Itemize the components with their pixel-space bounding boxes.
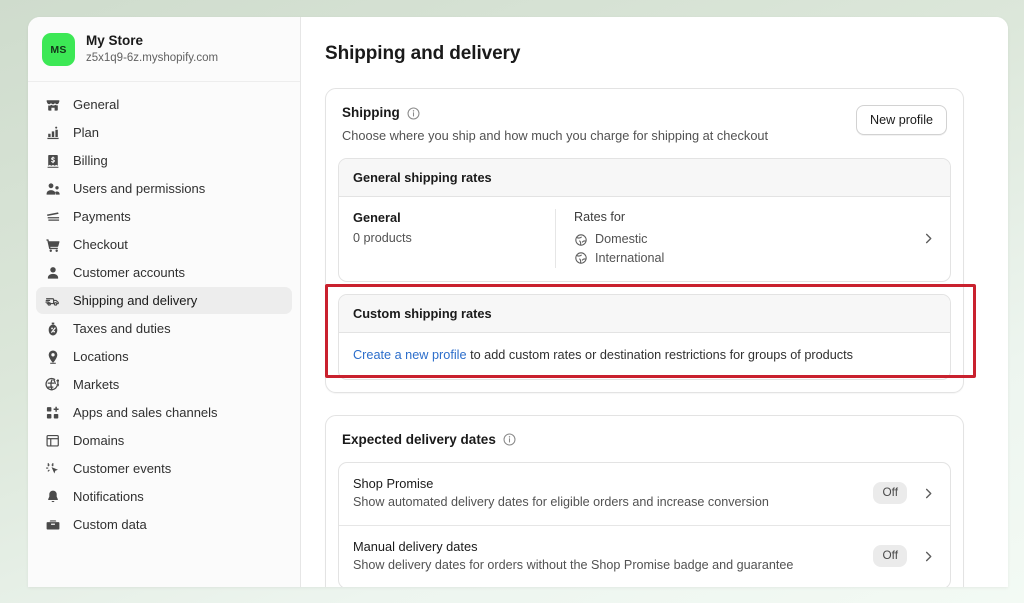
sidebar-item-customer-events[interactable]: Customer events bbox=[36, 455, 292, 482]
rate-domestic: Domestic bbox=[574, 230, 911, 249]
sidebar-item-label: Checkout bbox=[73, 237, 128, 252]
taxes-icon bbox=[44, 320, 61, 337]
sidebar-item-notifications[interactable]: Notifications bbox=[36, 483, 292, 510]
general-profile-name: General bbox=[353, 210, 401, 226]
rate-label: Domestic bbox=[595, 232, 648, 247]
settings-sidebar: MS My Store z5x1q9-6z.myshopify.com Gene… bbox=[28, 17, 301, 587]
expected-delivery-title: Expected delivery dates bbox=[342, 431, 496, 447]
expected-delivery-header: Expected delivery dates bbox=[326, 416, 963, 462]
custom-data-icon bbox=[44, 516, 61, 533]
sidebar-item-label: Billing bbox=[73, 153, 108, 168]
sidebar-item-users-and-permissions[interactable]: Users and permissions bbox=[36, 175, 292, 202]
users-icon bbox=[44, 180, 61, 197]
plan-chart-icon bbox=[44, 124, 61, 141]
delivery-truck-icon bbox=[44, 292, 61, 309]
custom-shipping-rates-subcard: Custom shipping rates Create a new profi… bbox=[338, 293, 951, 380]
sidebar-item-taxes-and-duties[interactable]: Taxes and duties bbox=[36, 315, 292, 342]
sidebar-item-customer-accounts[interactable]: Customer accounts bbox=[36, 259, 292, 286]
custom-shipping-rates-body: Create a new profile to add custom rates… bbox=[339, 333, 950, 379]
sidebar-item-domains[interactable]: Domains bbox=[36, 427, 292, 454]
cart-icon bbox=[44, 236, 61, 253]
globe-icon bbox=[574, 251, 588, 265]
location-pin-icon bbox=[44, 348, 61, 365]
sidebar-item-label: Custom data bbox=[73, 517, 147, 532]
manual-delivery-dates-row[interactable]: Manual delivery dates Show delivery date… bbox=[339, 524, 950, 587]
sidebar-item-payments[interactable]: Payments bbox=[36, 203, 292, 230]
sidebar-item-shipping-and-delivery[interactable]: Shipping and delivery bbox=[36, 287, 292, 314]
chevron-right-icon[interactable] bbox=[921, 549, 936, 564]
row-name: Shop Promise bbox=[353, 475, 434, 491]
general-profile-product-count: 0 products bbox=[353, 230, 412, 245]
page-title: Shipping and delivery bbox=[325, 43, 521, 64]
sidebar-item-markets[interactable]: Markets bbox=[36, 371, 292, 398]
row-description: Show delivery dates for orders without t… bbox=[353, 557, 794, 572]
sidebar-item-checkout[interactable]: Checkout bbox=[36, 231, 292, 258]
store-name: My Store bbox=[86, 33, 144, 49]
sidebar-item-label: Apps and sales channels bbox=[73, 405, 218, 420]
chevron-right-icon[interactable] bbox=[911, 209, 936, 267]
custom-shipping-rates-heading: Custom shipping rates bbox=[339, 294, 950, 333]
sidebar-item-locations[interactable]: Locations bbox=[36, 343, 292, 370]
shipping-title: Shipping bbox=[342, 105, 400, 120]
domains-icon bbox=[44, 432, 61, 449]
sidebar-item-custom-data[interactable]: Custom data bbox=[36, 511, 292, 538]
info-circle-icon[interactable] bbox=[406, 106, 421, 121]
app-window: MS My Store z5x1q9-6z.myshopify.com Gene… bbox=[28, 17, 1008, 587]
rates-for-label: Rates for bbox=[574, 210, 626, 225]
sidebar-item-plan[interactable]: Plan bbox=[36, 119, 292, 146]
sidebar-item-general[interactable]: General bbox=[36, 91, 292, 118]
apps-grid-icon bbox=[44, 404, 61, 421]
info-circle-icon[interactable] bbox=[502, 432, 517, 447]
general-profile-row[interactable]: General 0 products Rates for Domestic In… bbox=[339, 197, 950, 280]
sidebar-nav: General Plan Billing Users and permissio… bbox=[28, 82, 300, 538]
shipping-card-header: Shipping Choose where you ship and how m… bbox=[326, 89, 963, 158]
person-icon bbox=[44, 264, 61, 281]
customer-events-icon bbox=[44, 460, 61, 477]
row-description: Show automated delivery dates for eligib… bbox=[353, 495, 769, 510]
custom-rates-description: to add custom rates or destination restr… bbox=[466, 347, 854, 362]
sidebar-item-label: Taxes and duties bbox=[73, 321, 171, 336]
store-header[interactable]: MS My Store z5x1q9-6z.myshopify.com bbox=[28, 17, 300, 82]
chevron-right-icon[interactable] bbox=[921, 486, 936, 501]
sidebar-item-label: Customer accounts bbox=[73, 265, 185, 280]
rate-label: International bbox=[595, 250, 665, 265]
main-content: Shipping and delivery Shipping Choose wh… bbox=[301, 17, 1008, 587]
sidebar-item-label: Markets bbox=[73, 377, 120, 392]
shipping-card: Shipping Choose where you ship and how m… bbox=[325, 88, 964, 393]
sidebar-item-label: Domains bbox=[73, 433, 125, 448]
sidebar-item-label: Notifications bbox=[73, 489, 144, 504]
payments-card-icon bbox=[44, 208, 61, 225]
create-a-new-profile-link[interactable]: Create a new profile bbox=[353, 348, 467, 362]
general-shipping-rates-heading: General shipping rates bbox=[339, 159, 950, 198]
storefront-icon bbox=[44, 96, 61, 113]
sidebar-item-billing[interactable]: Billing bbox=[36, 147, 292, 174]
sidebar-item-apps-and-sales-channels[interactable]: Apps and sales channels bbox=[36, 399, 292, 426]
sidebar-item-label: Payments bbox=[73, 209, 131, 224]
sidebar-item-label: General bbox=[73, 97, 120, 112]
shop-promise-row[interactable]: Shop Promise Show automated delivery dat… bbox=[339, 463, 950, 525]
expected-delivery-dates-card: Expected delivery dates Shop Promise Sho… bbox=[325, 414, 964, 587]
sidebar-item-label: Users and permissions bbox=[73, 181, 206, 196]
store-url: z5x1q9-6z.myshopify.com bbox=[86, 51, 219, 64]
sidebar-item-label: Plan bbox=[73, 125, 100, 140]
bell-icon bbox=[44, 488, 61, 505]
status-badge: Off bbox=[873, 482, 907, 505]
shipping-subtitle: Choose where you ship and how much you c… bbox=[342, 128, 769, 144]
globe-icon bbox=[574, 233, 588, 247]
billing-receipt-icon bbox=[44, 152, 61, 169]
store-avatar: MS bbox=[42, 33, 75, 66]
sidebar-item-label: Customer events bbox=[73, 461, 172, 476]
rate-international: International bbox=[574, 249, 911, 268]
new-profile-button[interactable]: New profile bbox=[856, 105, 947, 135]
general-shipping-rates-subcard: General shipping rates General 0 product… bbox=[338, 158, 951, 282]
status-badge: Off bbox=[873, 545, 907, 567]
sidebar-item-label: Shipping and delivery bbox=[73, 293, 198, 308]
row-name: Manual delivery dates bbox=[353, 538, 478, 554]
globe-dollar-icon bbox=[44, 376, 61, 393]
expected-delivery-list: Shop Promise Show automated delivery dat… bbox=[338, 461, 951, 587]
sidebar-item-label: Locations bbox=[73, 349, 129, 364]
